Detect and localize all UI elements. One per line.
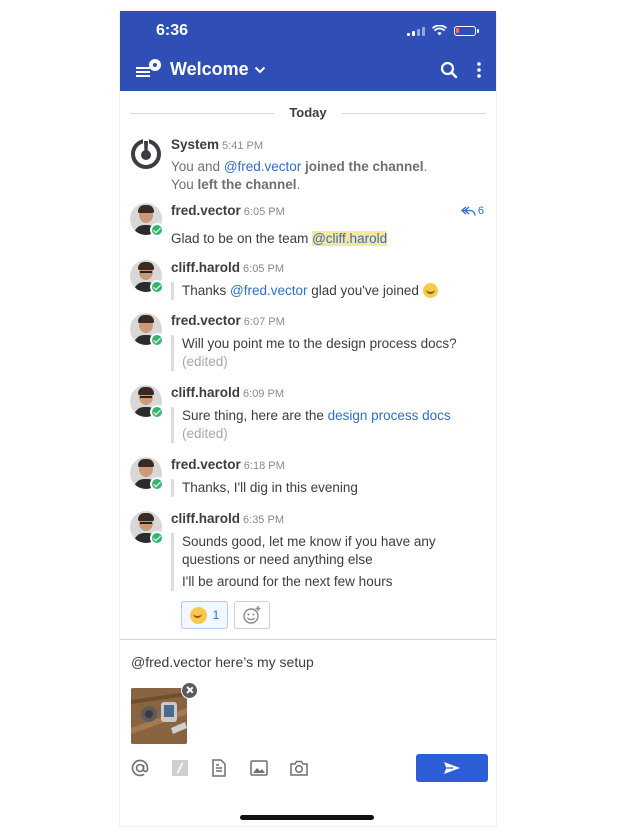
post-time: 6:07 PM: [243, 316, 285, 328]
post-message: Thanks @fred.vector glad you've joined: [171, 282, 438, 300]
post-message: Sounds good, let me know if you have any…: [171, 533, 436, 591]
online-status-icon: [150, 223, 164, 237]
message-list[interactable]: Today System 5:41 PM You and @fred.vector…: [120, 91, 496, 639]
kebab-icon[interactable]: [476, 61, 482, 79]
post-time: 6:18 PM: [243, 460, 285, 472]
status-time: 6:36: [156, 22, 189, 39]
post-item[interactable]: cliff.harold 6:05 PM Thanks @fred.vector …: [130, 260, 486, 306]
attachment-photo: [131, 688, 187, 744]
post-header: cliff.harold 6:05 PM: [171, 260, 284, 275]
post-item[interactable]: fred.vector 6:07 PM Will you point me to …: [130, 313, 486, 375]
online-status-icon: [150, 405, 164, 419]
username[interactable]: fred.vector: [171, 313, 241, 328]
username[interactable]: System: [171, 137, 219, 152]
grinning-emoji-icon: [422, 283, 438, 298]
cellular-signal-icon: [407, 26, 425, 36]
username[interactable]: cliff.harold: [171, 385, 240, 400]
username[interactable]: cliff.harold: [171, 511, 240, 526]
post-time: 6:05 PM: [243, 206, 285, 218]
post-header: fred.vector 6:18 PM: [171, 457, 285, 472]
send-icon: [444, 762, 460, 774]
reply-count-button[interactable]: 6: [460, 205, 484, 217]
status-icons: [407, 25, 479, 36]
add-reaction-icon: [243, 606, 261, 624]
post-message: Will you point me to the design process …: [171, 335, 457, 371]
post-message: Sure thing, here are the design process …: [171, 407, 451, 443]
post-time: 6:35 PM: [243, 514, 284, 526]
camera-icon[interactable]: [289, 758, 309, 778]
online-status-icon: [150, 333, 164, 347]
battery-icon: [454, 25, 479, 36]
wifi-icon: [432, 25, 447, 36]
home-indicator: [240, 815, 374, 820]
post-header: System 5:41 PM: [171, 137, 263, 152]
message-composer: @fred.vector here’s my setup: [120, 639, 496, 826]
add-reaction-button[interactable]: [234, 601, 270, 629]
date-separator: Today: [120, 103, 496, 123]
menu-icon[interactable]: [136, 59, 162, 79]
post-item[interactable]: cliff.harold 6:09 PM Sure thing, here are…: [130, 385, 486, 447]
mention-link[interactable]: @fred.vector: [230, 283, 307, 298]
post-message: You and @fred.vector joined the channel.…: [171, 159, 428, 192]
search-icon[interactable]: [440, 61, 458, 79]
post-header: cliff.harold 6:35 PM: [171, 511, 284, 526]
phone-screen: 6:36 Welcome Today System 5:41 PM You an…: [120, 11, 496, 826]
image-icon[interactable]: [249, 758, 269, 778]
mention-highlight[interactable]: @cliff.harold: [312, 231, 388, 246]
at-mention-icon[interactable]: [130, 758, 150, 778]
username[interactable]: cliff.harold: [171, 260, 240, 275]
chevron-down-icon: [254, 66, 265, 73]
post-header: fred.vector 6:05 PM: [171, 203, 285, 218]
attachment-thumbnail[interactable]: [131, 688, 187, 744]
post-time: 5:41 PM: [222, 140, 263, 152]
mention-link[interactable]: @fred.vector: [224, 159, 301, 174]
post-message: Glad to be on the team @cliff.harold: [171, 231, 388, 246]
channel-title-button[interactable]: Welcome: [170, 59, 266, 80]
online-status-icon: [150, 477, 164, 491]
post-header: cliff.harold 6:09 PM: [171, 385, 284, 400]
post-time: 6:09 PM: [243, 388, 284, 400]
channel-title: Welcome: [170, 59, 249, 79]
online-status-icon: [150, 280, 164, 294]
edited-indicator: (edited): [182, 354, 228, 369]
online-status-icon: [150, 531, 164, 545]
design-docs-link[interactable]: design process docs: [328, 408, 451, 423]
system-post: System 5:41 PM You and @fred.vector joine…: [130, 137, 486, 193]
message-input[interactable]: @fred.vector here’s my setup: [131, 654, 314, 670]
grinning-emoji-icon: [189, 606, 207, 624]
edited-indicator: (edited): [182, 426, 228, 441]
send-button[interactable]: [416, 754, 488, 782]
reply-count: 6: [477, 205, 484, 217]
separator-line-right: [341, 113, 486, 114]
reaction-count: 1: [212, 608, 220, 622]
post-item[interactable]: fred.vector 6:18 PM Thanks, I'll dig in t…: [130, 457, 486, 503]
reply-arrow-icon: [460, 206, 476, 216]
reaction-button[interactable]: 1: [181, 601, 228, 629]
post-message: Thanks, I'll dig in this evening: [171, 479, 358, 497]
system-logo-icon: [131, 139, 161, 169]
app-header: 6:36 Welcome: [120, 11, 496, 91]
remove-attachment-icon[interactable]: [181, 682, 198, 699]
username[interactable]: fred.vector: [171, 457, 241, 472]
username[interactable]: fred.vector: [171, 203, 241, 218]
slash-command-icon[interactable]: [170, 758, 190, 778]
file-icon[interactable]: [209, 758, 229, 778]
post-time: 6:05 PM: [243, 263, 284, 275]
post-item[interactable]: cliff.harold 6:35 PM Sounds good, let me …: [130, 511, 486, 639]
post-header: fred.vector 6:07 PM: [171, 313, 285, 328]
post-item[interactable]: fred.vector 6:05 PM 6 Glad to be on the t…: [130, 203, 486, 251]
